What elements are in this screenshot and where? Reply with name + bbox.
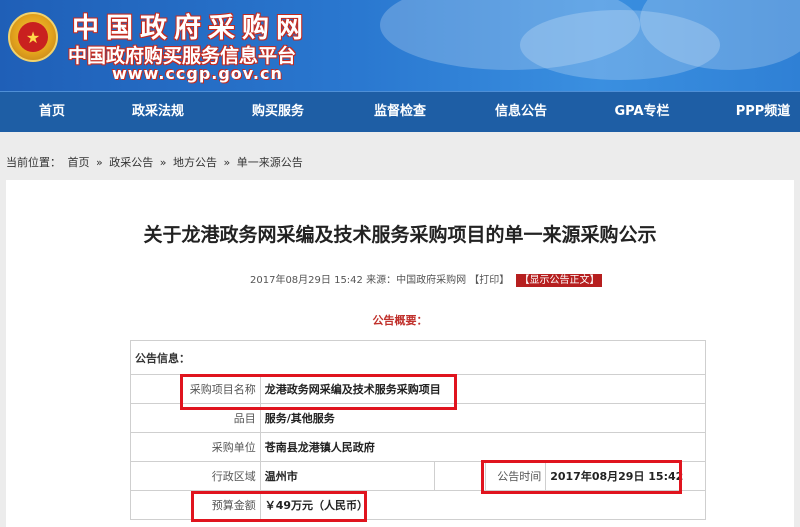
empty-cell [434, 461, 487, 491]
section-label: 公告信息： [130, 340, 706, 375]
site-title: 中国政府采购网 [72, 13, 310, 44]
nav-item-home[interactable]: 首页 [39, 92, 65, 132]
nav-item-supervision[interactable]: 监督检查 [374, 92, 426, 132]
region-label: 行政区域 [130, 461, 261, 491]
breadcrumb-single-source[interactable]: 单一来源公告 [237, 156, 303, 169]
table-row: 采购单位 苍南县龙港镇人民政府 [130, 432, 707, 462]
breadcrumb-separator: » [96, 156, 103, 169]
site-banner: ★ 中国政府采购网 中国政府购买服务信息平台 www.ccgp.gov.cn [0, 0, 800, 91]
notice-info-table: 公告信息： 采购项目名称 龙港政务网采编及技术服务采购项目 品目 服务/其他服务… [130, 340, 707, 520]
nav-item-announcements[interactable]: 信息公告 [495, 92, 547, 132]
summary-heading: 公告概要： [372, 314, 428, 327]
budget-label: 预算金额 [130, 490, 261, 520]
breadcrumb-local-notices[interactable]: 地方公告 [173, 156, 217, 169]
breadcrumb-procurement-notices[interactable]: 政采公告 [109, 156, 153, 169]
region-value: 温州市 [259, 461, 436, 491]
main-nav: 首页 政采法规 购买服务 监督检查 信息公告 GPA专栏 PPP频道 [0, 91, 800, 132]
breadcrumb-prefix: 当前位置： [6, 156, 61, 169]
table-row: 行政区域 温州市 公告时间 2017年08月29日 15:42 [130, 461, 706, 491]
unit-value: 苍南县龙港镇人民政府 [259, 432, 707, 462]
table-row: 采购项目名称 龙港政务网采编及技术服务采购项目 [130, 374, 707, 404]
article-source: 来源：中国政府采购网 [366, 275, 467, 286]
show-notice-button[interactable]: 【显示公告正文】 [516, 274, 603, 287]
breadcrumb-home[interactable]: 首页 [68, 156, 90, 169]
article-meta: 2017年08月29日 15:42 来源：中国政府采购网 【打印】 【显示公告正… [250, 271, 603, 287]
nav-item-purchase-services[interactable]: 购买服务 [252, 92, 304, 132]
content-panel: 关于龙港政务网采编及技术服务采购项目的单一来源采购公示 2017年08月29日 … [6, 180, 794, 527]
category-label: 品目 [130, 403, 261, 433]
nav-item-regulations[interactable]: 政采法规 [132, 92, 184, 132]
notice-time-label: 公告时间 [485, 461, 547, 491]
table-row: 品目 服务/其他服务 [130, 403, 707, 433]
breadcrumb: 当前位置： 首页 » 政采公告 » 地方公告 » 单一来源公告 [6, 154, 306, 170]
page-title: 关于龙港政务网采编及技术服务采购项目的单一来源采购公示 [143, 224, 657, 246]
project-name-value: 龙港政务网采编及技术服务采购项目 [259, 374, 707, 404]
publish-date: 2017年08月29日 15:42 [250, 275, 363, 286]
unit-label: 采购单位 [130, 432, 261, 462]
table-row: 公告信息： [130, 340, 706, 375]
breadcrumb-separator: » [223, 156, 231, 169]
site-url: www.ccgp.gov.cn [112, 64, 283, 83]
print-link[interactable]: 【打印】 [469, 275, 509, 286]
category-value: 服务/其他服务 [259, 403, 707, 433]
table-row: 预算金额 ￥49万元（人民币） [130, 490, 707, 520]
nav-item-gpa[interactable]: GPA专栏 [614, 92, 669, 132]
notice-time-value: 2017年08月29日 15:42 [545, 461, 706, 491]
national-emblem-icon: ★ [8, 12, 58, 62]
budget-value: ￥49万元（人民币） [259, 490, 707, 520]
project-name-label: 采购项目名称 [130, 374, 261, 404]
nav-item-ppp[interactable]: PPP频道 [736, 92, 791, 132]
breadcrumb-separator: » [159, 156, 167, 169]
